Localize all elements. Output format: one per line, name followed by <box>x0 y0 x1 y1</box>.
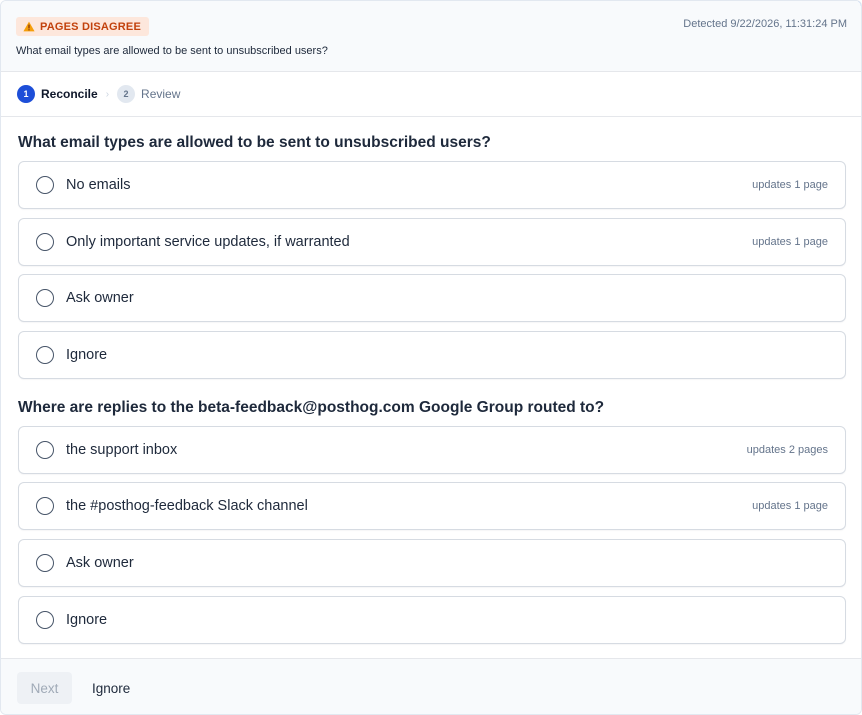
ignore-button[interactable]: Ignore <box>83 672 139 704</box>
step-review[interactable]: 2 Review <box>117 85 180 103</box>
option-label: Ignore <box>66 347 108 363</box>
option-support-inbox[interactable]: the support inbox updates 2 pages <box>18 426 846 474</box>
radio-button[interactable] <box>36 497 54 515</box>
updates-count: updates 1 page <box>752 500 828 512</box>
radio-button[interactable] <box>36 233 54 251</box>
warning-icon <box>23 21 35 32</box>
radio-button[interactable] <box>36 554 54 572</box>
action-footer: Next Ignore <box>1 658 861 714</box>
option-label: Only important service updates, if warra… <box>66 234 350 250</box>
option-ignore[interactable]: Ignore <box>18 596 846 644</box>
updates-count: updates 1 page <box>752 236 828 248</box>
updates-count: updates 1 page <box>752 179 828 191</box>
radio-button[interactable] <box>36 289 54 307</box>
question-title: What email types are allowed to be sent … <box>18 134 491 151</box>
option-important-updates[interactable]: Only important service updates, if warra… <box>18 218 846 266</box>
option-label: Ask owner <box>66 290 134 306</box>
question-title: Where are replies to the beta-feedback@p… <box>18 399 605 416</box>
reconcile-panel: PAGES DISAGREE Detected 9/22/2026, 11:31… <box>0 0 862 715</box>
step-reconcile[interactable]: 1 Reconcile <box>17 85 98 103</box>
option-ask-owner[interactable]: Ask owner <box>18 274 846 322</box>
step-number: 2 <box>117 85 136 103</box>
badge-label: PAGES DISAGREE <box>40 20 142 33</box>
option-ignore[interactable]: Ignore <box>18 331 846 379</box>
option-label: Ignore <box>66 612 108 628</box>
radio-button[interactable] <box>36 611 54 629</box>
step-label: Reconcile <box>41 87 98 101</box>
radio-button[interactable] <box>36 441 54 459</box>
option-label: Ask owner <box>66 555 134 571</box>
pages-disagree-badge: PAGES DISAGREE <box>16 17 150 36</box>
option-label: the support inbox <box>66 442 178 458</box>
option-ask-owner[interactable]: Ask owner <box>18 539 846 587</box>
conflict-header: PAGES DISAGREE Detected 9/22/2026, 11:31… <box>1 1 861 72</box>
stepper: 1 Reconcile › 2 Review <box>1 72 861 117</box>
detected-timestamp: Detected 9/22/2026, 11:31:24 PM <box>683 18 847 30</box>
option-no-emails[interactable]: No emails updates 1 page <box>18 161 846 209</box>
option-slack-channel[interactable]: the #posthog-feedback Slack channel upda… <box>18 482 846 530</box>
radio-button[interactable] <box>36 346 54 364</box>
step-label: Review <box>141 87 181 101</box>
radio-button[interactable] <box>36 176 54 194</box>
option-label: No emails <box>66 177 131 193</box>
option-label: the #posthog-feedback Slack channel <box>66 498 308 514</box>
next-button[interactable]: Next <box>17 672 72 704</box>
step-number: 1 <box>17 85 35 103</box>
updates-count: updates 2 pages <box>746 444 828 456</box>
chevron-right-icon: › <box>105 88 110 100</box>
conflict-question: What email types are allowed to be sent … <box>16 45 328 57</box>
